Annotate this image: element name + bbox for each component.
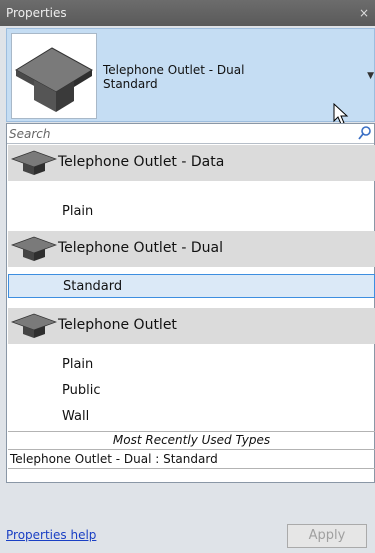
selected-type-label: Standard <box>103 77 158 91</box>
type-item-public[interactable]: Public <box>8 379 375 403</box>
type-label: Standard <box>63 279 123 294</box>
palette-title-bar[interactable]: Properties × <box>0 0 375 26</box>
properties-help-link[interactable]: Properties help <box>6 528 96 542</box>
search-icon[interactable] <box>358 125 372 141</box>
type-selector[interactable]: Telephone Outlet - Dual Standard ▼ <box>6 28 375 125</box>
family-header-telephone-outlet-dual: Telephone Outlet - Dual <box>8 231 375 267</box>
type-item-wall[interactable]: Wall <box>8 405 375 429</box>
family-header-telephone-outlet-data: Telephone Outlet - Data <box>8 145 375 181</box>
family-label: Telephone Outlet - Dual <box>58 240 223 256</box>
type-thumbnail <box>11 33 97 119</box>
close-icon[interactable]: × <box>359 0 369 26</box>
mru-item[interactable]: Telephone Outlet - Dual : Standard <box>8 449 375 469</box>
dropdown-arrow-icon[interactable]: ▼ <box>367 71 374 81</box>
telephone-outlet-icon <box>15 47 93 112</box>
type-label: Plain <box>62 204 94 219</box>
type-label: Plain <box>62 357 94 372</box>
selected-family-label: Telephone Outlet - Dual <box>103 63 245 77</box>
family-label: Telephone Outlet <box>58 317 177 333</box>
selected-type-name: Telephone Outlet - Dual Standard <box>103 63 244 91</box>
palette-title: Properties <box>6 6 67 20</box>
apply-button[interactable]: Apply <box>287 524 367 548</box>
family-header-telephone-outlet: Telephone Outlet <box>8 308 375 344</box>
search-bar <box>7 124 374 144</box>
type-dropdown-panel: Telephone Outlet - Data Plain Telephone … <box>6 123 375 483</box>
type-item-plain[interactable]: Plain <box>8 353 375 377</box>
telephone-outlet-icon <box>11 150 57 175</box>
family-label: Telephone Outlet - Data <box>58 154 225 170</box>
type-item-standard[interactable]: Standard <box>8 274 375 298</box>
search-input[interactable] <box>9 125 339 142</box>
telephone-outlet-icon <box>11 236 57 261</box>
type-item-plain[interactable]: Plain <box>8 200 375 224</box>
type-label: Wall <box>62 409 90 424</box>
type-label: Public <box>62 383 101 398</box>
telephone-outlet-icon <box>11 313 57 338</box>
mru-header: Most Recently Used Types <box>8 431 375 449</box>
